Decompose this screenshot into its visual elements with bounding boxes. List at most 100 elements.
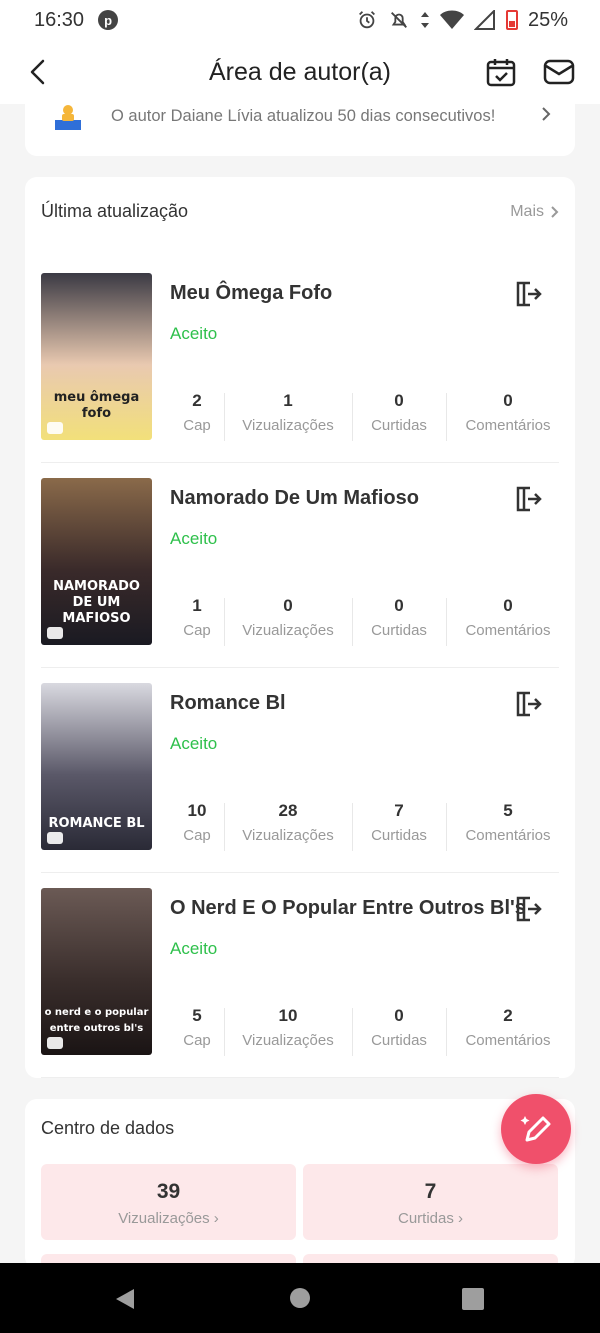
stat-views: 1 Vizualizações bbox=[224, 391, 352, 441]
tile-value: 39 bbox=[156, 1180, 181, 1203]
status-bar: 16:30 p 25% bbox=[0, 0, 600, 40]
book-item[interactable]: o nerd e o popular entre outros bl's O Ne… bbox=[41, 888, 559, 1078]
book-status: Aceito bbox=[170, 324, 218, 343]
mute-icon bbox=[390, 12, 407, 28]
status-time: 16:30 bbox=[34, 8, 85, 31]
book-status: Aceito bbox=[170, 939, 218, 958]
book-cover[interactable]: meu ômega fofo bbox=[41, 273, 152, 440]
book-title[interactable]: Namorado De Um Mafioso bbox=[170, 487, 419, 510]
mail-icon bbox=[543, 59, 575, 85]
stat-chapters: 10 Cap bbox=[170, 801, 224, 844]
book-title[interactable]: O Nerd E O Popular Entre Outros Bl's bbox=[170, 897, 526, 920]
write-button[interactable] bbox=[501, 1094, 571, 1164]
calendar-button[interactable] bbox=[482, 54, 520, 90]
stat-label: Curtidas bbox=[371, 827, 427, 844]
battery-icon bbox=[505, 10, 518, 30]
stat-value: 0 bbox=[283, 596, 293, 615]
comment-badge-icon bbox=[47, 627, 63, 639]
stat-value: 10 bbox=[187, 801, 207, 820]
stat-likes: 0 Curtidas bbox=[352, 596, 446, 646]
tile-label: Vizualizações › bbox=[118, 1210, 219, 1227]
stat-label: Cap bbox=[183, 622, 211, 639]
stat-label: Cap bbox=[183, 1032, 211, 1049]
messages-button[interactable] bbox=[540, 54, 578, 90]
stat-label: Comentários bbox=[465, 827, 551, 844]
stat-comments: 0 Comentários bbox=[446, 391, 570, 441]
data-center-card: Centro de dados 39 Vizualizações › 7 Cur… bbox=[25, 1099, 575, 1274]
stat-label: Vizualizações bbox=[242, 827, 334, 844]
manage-book-icon[interactable] bbox=[513, 484, 543, 514]
stat-value: 28 bbox=[278, 801, 298, 820]
stat-comments: 0 Comentários bbox=[446, 596, 570, 646]
stat-label: Cap bbox=[183, 417, 211, 434]
stat-value: 0 bbox=[394, 596, 404, 615]
stat-value: 0 bbox=[503, 596, 513, 615]
nav-back-icon[interactable] bbox=[114, 1287, 136, 1311]
back-button[interactable] bbox=[18, 52, 58, 92]
stat-likes: 0 Curtidas bbox=[352, 391, 446, 441]
book-cover[interactable]: o nerd e o popular entre outros bl's bbox=[41, 888, 152, 1055]
book-status: Aceito bbox=[170, 529, 218, 548]
chevron-left-icon bbox=[30, 59, 45, 85]
stat-likes: 7 Curtidas bbox=[352, 801, 446, 851]
manage-book-icon[interactable] bbox=[513, 689, 543, 719]
stat-value: 2 bbox=[192, 391, 202, 410]
more-link[interactable]: Mais bbox=[510, 203, 559, 221]
stat-value: 0 bbox=[394, 1006, 404, 1025]
alarm-icon bbox=[358, 11, 375, 29]
stat-label: Vizualizações bbox=[242, 622, 334, 639]
section-title: Centro de dados bbox=[41, 1118, 175, 1138]
manage-book-icon[interactable] bbox=[513, 894, 543, 924]
stat-value: 10 bbox=[278, 1006, 298, 1025]
cover-title: meu ômega fofo bbox=[53, 390, 140, 421]
book-cover[interactable]: ROMANCE BL bbox=[41, 683, 152, 850]
writer-icon bbox=[55, 105, 81, 130]
book-item[interactable]: ROMANCE BL Romance Bl Aceito 10 Cap 28 Vizuali… bbox=[41, 683, 559, 873]
chevron-right-icon bbox=[542, 107, 551, 121]
book-item[interactable]: meu ômega fofo Meu Ômega Fofo Aceito 2 Cap 1 V… bbox=[41, 273, 559, 463]
streak-banner[interactable]: O autor Daiane Lívia atualizou 50 dias c… bbox=[25, 104, 575, 156]
stat-likes: 0 Curtidas bbox=[352, 1006, 446, 1056]
stat-views: 10 Vizualizações bbox=[224, 1006, 352, 1056]
book-title[interactable]: Romance Bl bbox=[170, 692, 286, 715]
book-stats: 10 Cap 28 Vizualizações 7 Curtidas 5 Comentário… bbox=[170, 801, 570, 851]
cover-title: NAMORADO DE UM MAFIOSO bbox=[53, 579, 140, 626]
signal-icon bbox=[473, 10, 495, 30]
wifi-icon bbox=[439, 10, 464, 29]
nav-home-icon[interactable] bbox=[290, 1288, 310, 1308]
stat-chapters: 2 Cap bbox=[170, 391, 224, 434]
stat-label: Curtidas bbox=[371, 1032, 427, 1049]
book-cover[interactable]: NAMORADO DE UM MAFIOSO bbox=[41, 478, 152, 645]
pencil-sparkle-icon bbox=[520, 1116, 551, 1142]
stat-label: Curtidas bbox=[371, 622, 427, 639]
book-status: Aceito bbox=[170, 734, 218, 753]
stat-label: Vizualizações bbox=[242, 1032, 334, 1049]
cover-title: o nerd e o popular entre outros bl's bbox=[44, 1007, 149, 1034]
streak-text: O autor Daiane Lívia atualizou 50 dias c… bbox=[111, 107, 496, 125]
chevron-right-icon bbox=[551, 206, 559, 218]
book-stats: 2 Cap 1 Vizualizações 0 Curtidas 0 Comentários bbox=[170, 391, 570, 441]
stat-label: Cap bbox=[183, 827, 211, 844]
cover-title: ROMANCE BL bbox=[48, 816, 145, 831]
stat-comments: 2 Comentários bbox=[446, 1006, 570, 1056]
manage-book-icon[interactable] bbox=[513, 279, 543, 309]
book-stats: 5 Cap 10 Vizualizações 0 Curtidas 2 Comentários bbox=[170, 1006, 570, 1056]
stat-value: 7 bbox=[394, 801, 404, 820]
stat-label: Comentários bbox=[465, 622, 551, 639]
stat-value: 1 bbox=[192, 596, 202, 615]
nav-recent-icon[interactable] bbox=[462, 1288, 484, 1310]
comment-badge-icon bbox=[47, 422, 63, 434]
book-title[interactable]: Meu Ômega Fofo bbox=[170, 282, 332, 305]
stat-label: Comentários bbox=[465, 1032, 551, 1049]
views-tile[interactable]: 39 Vizualizações › bbox=[41, 1164, 296, 1240]
likes-tile[interactable]: 7 Curtidas › bbox=[303, 1164, 558, 1240]
book-item[interactable]: NAMORADO DE UM MAFIOSO Namorado De Um Maf… bbox=[41, 478, 559, 668]
comment-badge-icon bbox=[47, 1037, 63, 1049]
stat-chapters: 5 Cap bbox=[170, 1006, 224, 1049]
stat-value: 5 bbox=[192, 1006, 202, 1025]
stat-value: 5 bbox=[503, 801, 513, 820]
stat-value: 2 bbox=[503, 1006, 513, 1025]
more-label: Mais bbox=[510, 203, 544, 220]
stat-label: Comentários bbox=[465, 417, 551, 434]
battery-percent: 25% bbox=[527, 8, 568, 31]
